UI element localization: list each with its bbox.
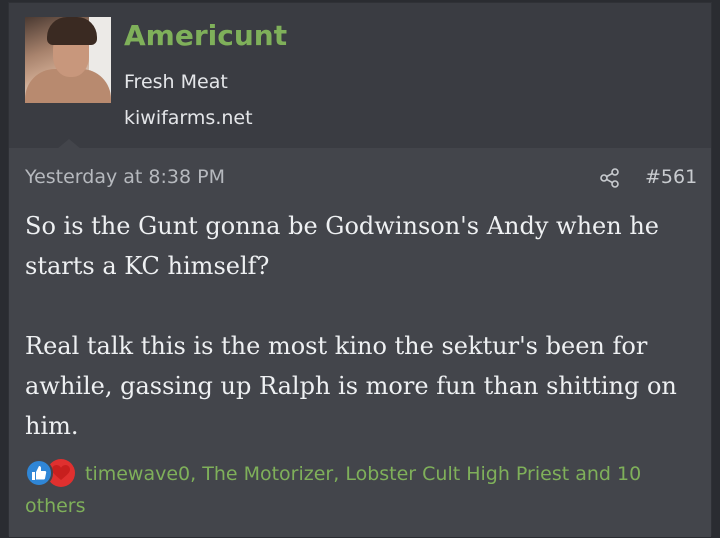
reaction-icons[interactable]	[25, 459, 81, 487]
post-body: So is the Gunt gonna be Godwinson's Andy…	[25, 206, 705, 446]
share-icon[interactable]	[599, 167, 621, 189]
post-date[interactable]: Yesterday at 8:38 PM	[25, 166, 225, 188]
like-icon	[25, 459, 53, 487]
post-paragraph: Real talk this is the most kino the sekt…	[25, 332, 677, 440]
post-paragraph: So is the Gunt gonna be Godwinson's Andy…	[25, 212, 660, 280]
message-frame: Americunt Fresh Meat kiwifarms.net Yeste…	[8, 2, 712, 537]
post-content: Yesterday at 8:38 PM #561 So is the Gunt…	[9, 148, 711, 537]
reactions-list[interactable]: timewave0, The Motorizer, Lobster Cult H…	[25, 463, 641, 517]
user-title: Fresh Meat	[124, 71, 228, 93]
user-site: kiwifarms.net	[124, 107, 253, 129]
avatar[interactable]	[25, 17, 111, 103]
username[interactable]: Americunt	[124, 19, 287, 52]
post-number-link[interactable]: #561	[645, 166, 697, 188]
reactions-bar[interactable]: timewave0, The Motorizer, Lobster Cult H…	[25, 458, 705, 522]
user-block: Americunt Fresh Meat kiwifarms.net	[9, 3, 711, 149]
